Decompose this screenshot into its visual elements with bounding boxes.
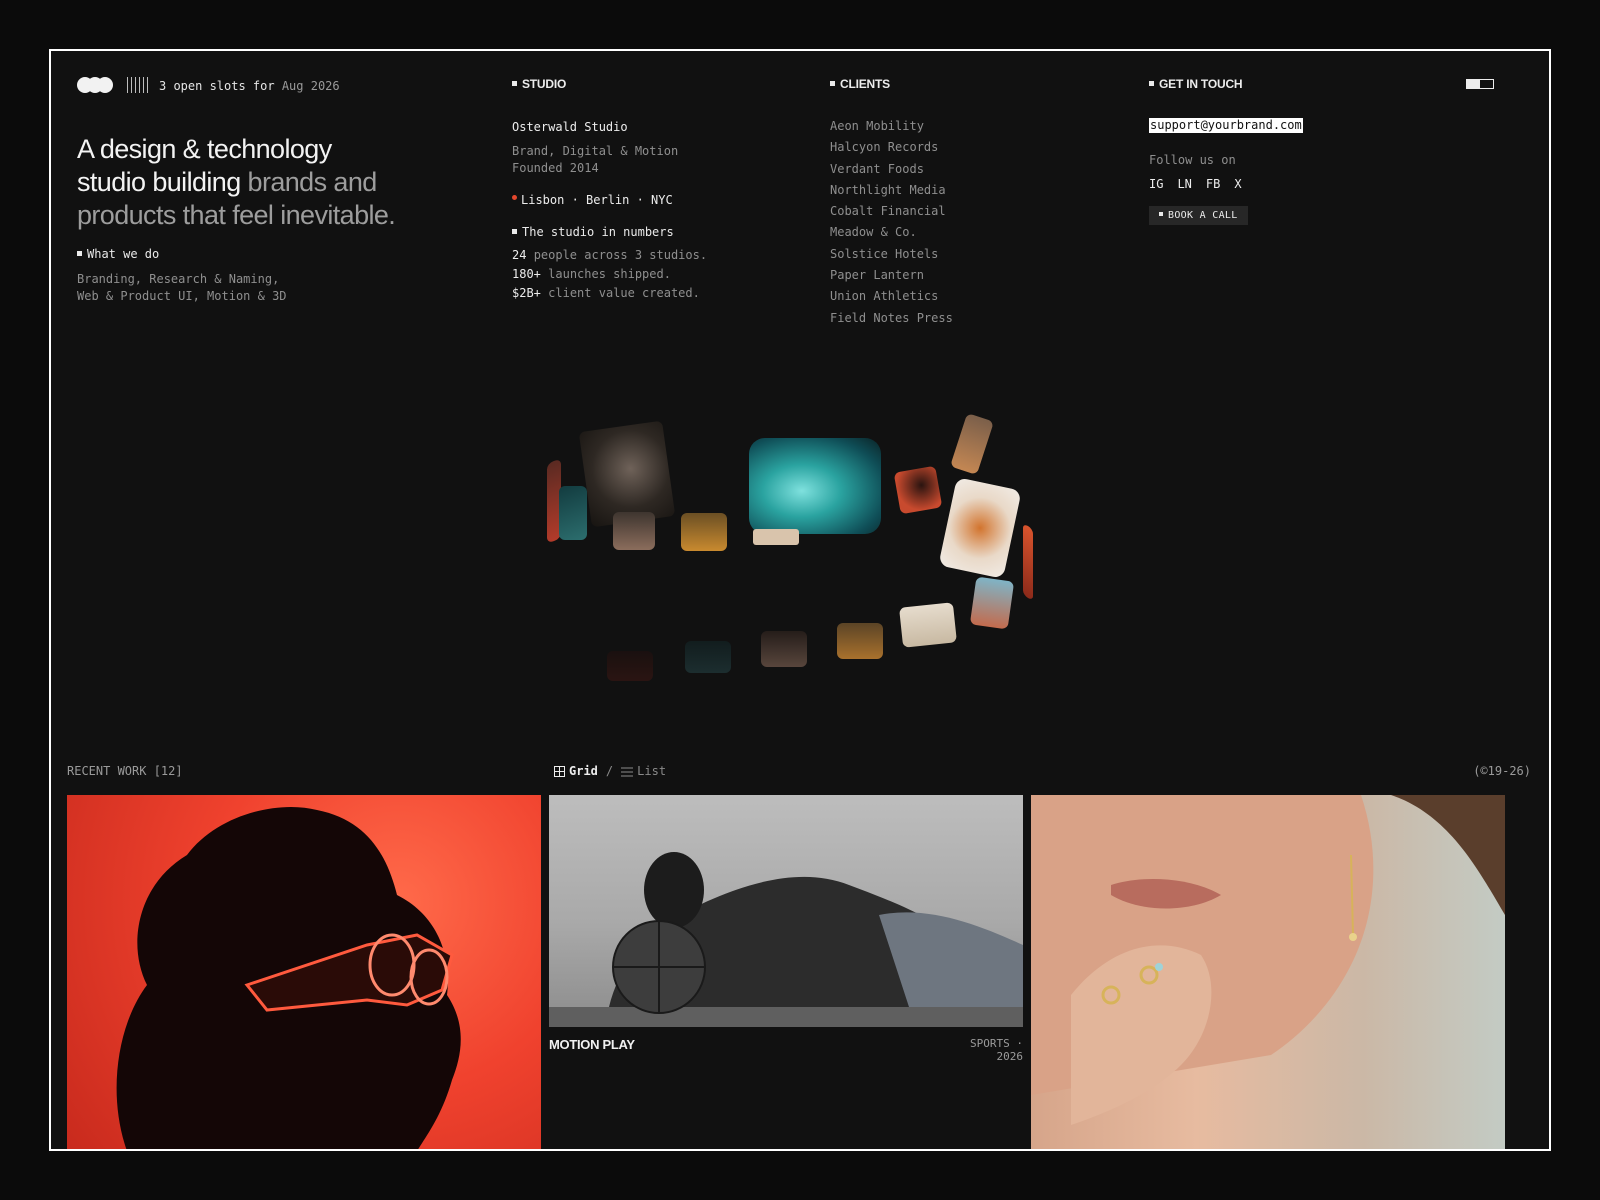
bullet-icon	[512, 81, 517, 87]
book-call-button[interactable]: BOOK A CALL	[1149, 206, 1248, 225]
bullet-icon	[1149, 81, 1154, 87]
availability-text: 3 open slots for Aug 2026	[159, 79, 340, 93]
ring-card[interactable]	[613, 512, 655, 550]
view-separator: /	[605, 764, 614, 778]
client-item[interactable]: Aeon Mobility	[830, 116, 953, 137]
year-range: (©19-26)	[1473, 764, 1531, 778]
social-link-ig[interactable]: IG	[1149, 177, 1163, 191]
bullet-icon	[77, 251, 82, 256]
work-meta: SPORTS · 2026	[970, 1037, 1023, 1063]
work-tile-jewelry-portrait[interactable]	[1031, 795, 1505, 1149]
services-text: Branding, Research & Naming, Web & Produ…	[77, 272, 287, 303]
client-list: Aeon Mobility Halcyon Records Verdant Fo…	[830, 116, 953, 329]
ring-card[interactable]	[753, 529, 799, 545]
page-frame: 3 open slots for Aug 2026 A design & tec…	[49, 49, 1551, 1151]
client-item[interactable]: Paper Lantern	[830, 265, 953, 286]
social-link-ln[interactable]: LN	[1177, 177, 1191, 191]
client-item[interactable]: Halcyon Records	[830, 137, 953, 158]
work-tile-motion-play[interactable]	[549, 795, 1023, 1027]
studio-heading: STUDIO	[512, 77, 566, 91]
contact-heading: GET IN TOUCH	[1149, 77, 1243, 91]
follow-label: Follow us on	[1149, 153, 1236, 167]
client-item[interactable]: Solstice Hotels	[830, 244, 953, 265]
numbers-label: The studio in numbers	[512, 225, 674, 239]
number-row: 180+ launches shipped.	[512, 267, 671, 281]
ring-card[interactable]	[681, 513, 727, 551]
work-title[interactable]: MOTION PLAY	[549, 1037, 635, 1052]
studio-name: Osterwald Studio	[512, 120, 628, 134]
ring-card[interactable]	[607, 651, 653, 681]
logo[interactable]	[77, 77, 113, 93]
ring-card[interactable]	[761, 631, 807, 667]
ring-card[interactable]	[969, 576, 1015, 630]
clients-heading: CLIENTS	[830, 77, 890, 91]
client-item[interactable]: Cobalt Financial	[830, 201, 953, 222]
bullet-icon	[512, 229, 517, 234]
social-link-fb[interactable]: FB	[1206, 177, 1220, 191]
theme-toggle[interactable]	[1466, 79, 1494, 89]
bullet-icon	[1159, 212, 1163, 216]
hero-headline: A design & technology studio building br…	[77, 134, 396, 230]
email-link[interactable]: support@yourbrand.com	[1149, 118, 1303, 133]
athlete-image	[549, 852, 1023, 1027]
what-we-do-label: What we do	[77, 247, 159, 261]
client-item[interactable]: Northlight Media	[830, 180, 953, 201]
studio-description: Brand, Digital & Motion Founded 2014	[512, 144, 679, 175]
grid-view-button[interactable]: Grid	[554, 764, 598, 778]
social-links: IG LN FB X	[1149, 177, 1242, 191]
studio-locations: Lisbon · Berlin · NYC	[512, 193, 673, 207]
ring-card[interactable]	[1023, 523, 1033, 601]
client-item[interactable]: Verdant Foods	[830, 159, 953, 180]
number-row: 24 people across 3 studios.	[512, 248, 708, 262]
ring-card[interactable]	[559, 486, 587, 540]
list-view-button[interactable]: List	[621, 764, 666, 778]
bullet-icon	[830, 81, 835, 87]
ring-card[interactable]	[685, 641, 731, 673]
ring-card[interactable]	[837, 623, 883, 659]
location-pin-icon	[512, 195, 517, 200]
ring-card[interactable]	[938, 477, 1022, 579]
grid-icon	[554, 766, 565, 777]
ring-card[interactable]	[899, 602, 957, 648]
work-tile-red-portrait[interactable]	[67, 795, 541, 1149]
client-item[interactable]: Union Athletics	[830, 286, 953, 307]
portrait-image	[116, 807, 461, 1149]
view-switcher: Grid / List	[554, 764, 666, 778]
ring-card[interactable]	[749, 438, 881, 534]
studio-numbers: 24 people across 3 studios. 180+ launche…	[512, 246, 707, 303]
ring-card[interactable]	[950, 413, 994, 475]
client-item[interactable]: Field Notes Press	[830, 308, 953, 329]
social-link-x[interactable]: X	[1234, 177, 1241, 191]
client-item[interactable]: Meadow & Co.	[830, 222, 953, 243]
jewelry-image	[1031, 795, 1505, 1125]
barcode-icon	[127, 77, 148, 93]
recent-work-label: RECENT WORK [12]	[67, 764, 183, 778]
gallery-ring[interactable]	[521, 391, 1041, 731]
number-row: $2B+ client value created.	[512, 286, 700, 300]
list-icon	[621, 767, 634, 776]
ring-card[interactable]	[893, 465, 943, 515]
